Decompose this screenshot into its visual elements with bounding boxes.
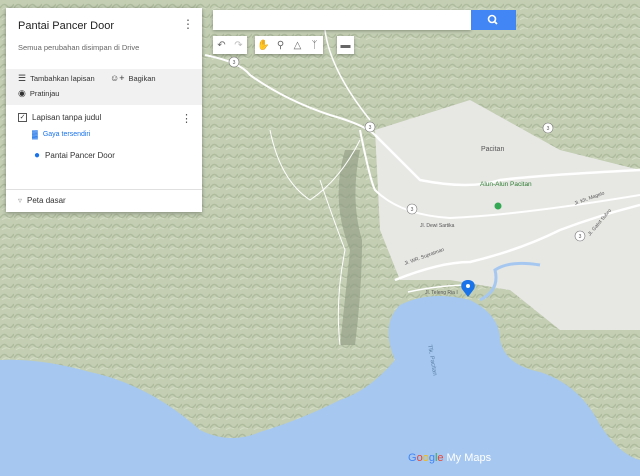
search-icon: [487, 14, 498, 25]
draw-line-icon[interactable]: △: [289, 36, 306, 54]
style-label: Gaya tersendiri: [42, 131, 91, 138]
panel-actions: ☰ Tambahkan lapisan ☺+ Bagikan ◉ Pratinj…: [6, 69, 202, 105]
park-icon: [494, 202, 502, 210]
route-shield: 3: [574, 230, 586, 242]
style-link[interactable]: ▓ Gaya tersendiri: [32, 130, 90, 139]
basemap-label: Peta dasar: [27, 196, 66, 205]
route-shield: 3: [542, 122, 554, 134]
search-button[interactable]: [471, 10, 516, 30]
layers-icon: ☰: [18, 73, 27, 83]
town-label: Pacitan: [481, 146, 504, 153]
layer-name[interactable]: Lapisan tanpa judul: [32, 113, 101, 122]
svg-text:3: 3: [547, 126, 550, 132]
history-toolbar: ↶ ↷: [213, 36, 247, 54]
add-layer-label: Tambahkan lapisan: [30, 74, 95, 83]
basemap-section[interactable]: ▿ Peta dasar: [6, 190, 202, 212]
place-label: Pantai Pancer Door: [45, 151, 115, 160]
svg-text:3: 3: [411, 207, 414, 213]
more-vert-icon[interactable]: ⋮: [182, 18, 194, 30]
expand-icon[interactable]: ▿: [18, 196, 22, 205]
place-pin-icon: ●: [34, 150, 41, 161]
share-button[interactable]: ☺+ Bagikan: [110, 73, 156, 83]
route-shield: 3: [228, 56, 240, 68]
route-shield: 3: [406, 203, 418, 215]
redo-icon[interactable]: ↷: [230, 36, 247, 54]
place-item[interactable]: ● Pantai Pancer Door: [34, 150, 115, 161]
save-status: Semua perubahan disimpan di Drive: [18, 43, 140, 52]
road-label: Jl. Teleng Ria I: [425, 290, 458, 296]
measure-toolbar: ▬: [337, 36, 354, 54]
basemap-row[interactable]: ▿ Peta dasar: [18, 196, 66, 205]
svg-text:3: 3: [579, 234, 582, 240]
person-add-icon: ☺+: [110, 73, 125, 83]
directions-icon[interactable]: ᛉ: [306, 36, 323, 54]
layer-header[interactable]: ✓ Lapisan tanpa judul: [18, 113, 101, 122]
share-label: Bagikan: [128, 73, 156, 83]
my-maps-wordmark: My Maps: [446, 452, 492, 464]
svg-text:3: 3: [233, 60, 236, 66]
hand-icon[interactable]: ✋: [255, 36, 272, 54]
google-wordmark: Google: [408, 452, 444, 464]
square-label: Alun-Alun Pacitan: [480, 181, 532, 188]
google-my-maps-logo: Google My Maps: [408, 452, 491, 464]
undo-icon[interactable]: ↶: [213, 36, 230, 54]
road-label: Jl. Dewi Sartika: [420, 223, 455, 229]
add-layer-button[interactable]: ☰ Tambahkan lapisan: [18, 73, 95, 84]
route-shield: 3: [364, 121, 376, 133]
layers-panel: Pantai Pancer Door ⋮ Semua perubahan dis…: [6, 8, 202, 212]
preview-button[interactable]: ◉ Pratinjau: [18, 88, 59, 99]
map-title[interactable]: Pantai Pancer Door: [6, 8, 202, 35]
add-marker-icon[interactable]: ⚲: [272, 36, 289, 54]
paint-roller-icon: ▓: [32, 130, 38, 139]
preview-label: Pratinjau: [29, 89, 60, 98]
svg-text:3: 3: [369, 125, 372, 131]
eye-icon: ◉: [18, 88, 26, 98]
layer-checkbox[interactable]: ✓: [18, 113, 27, 122]
draw-toolbar: ✋ ⚲ △ ᛉ: [255, 36, 323, 54]
ruler-icon[interactable]: ▬: [337, 36, 354, 54]
layer-more-icon[interactable]: ⋮: [181, 112, 192, 125]
layer-section: ✓ Lapisan tanpa judul ⋮ ▓ Gaya tersendir…: [6, 105, 202, 190]
search-input[interactable]: [213, 10, 471, 30]
